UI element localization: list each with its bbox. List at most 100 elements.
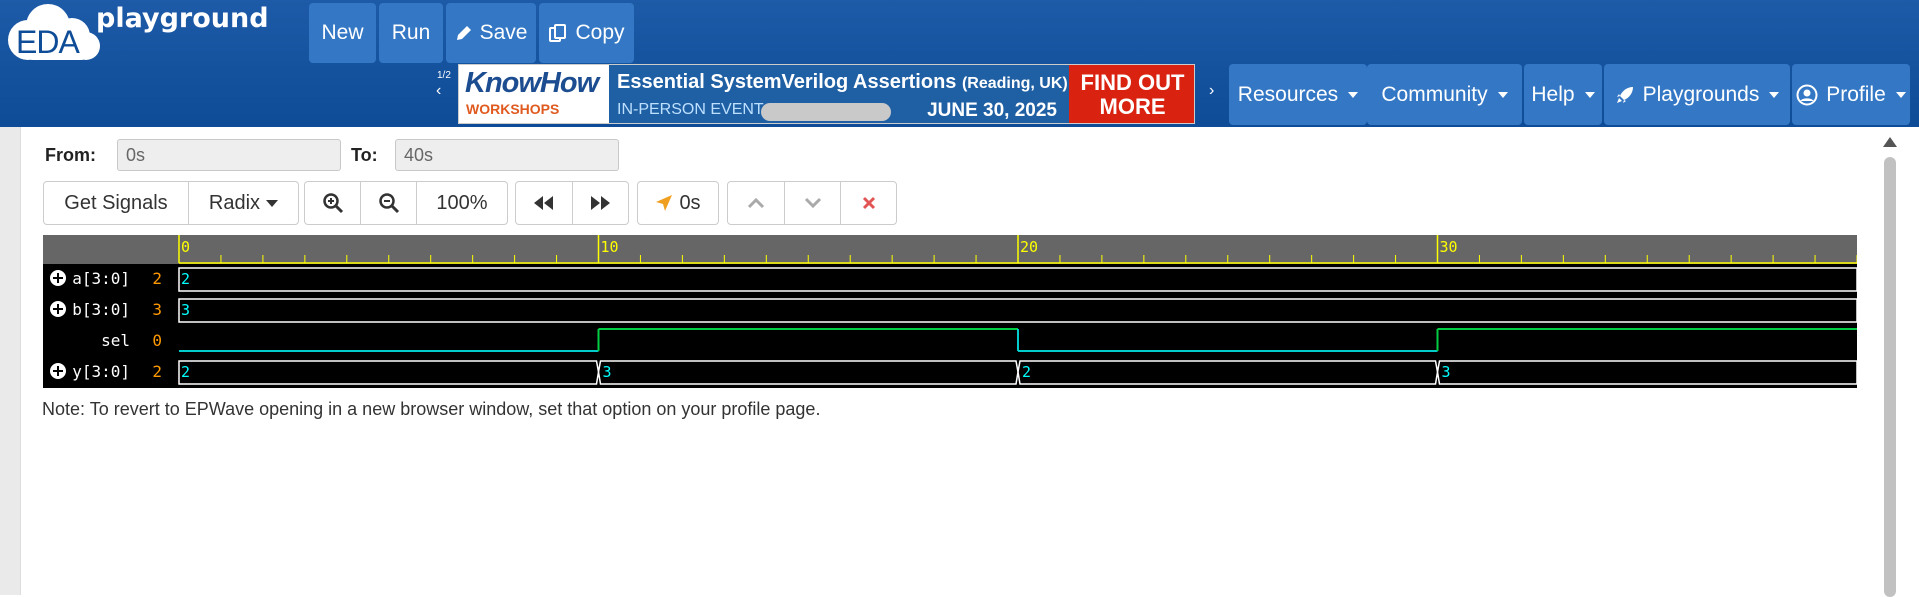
cursor-button-group: 0s	[637, 181, 719, 225]
ruler-tick-label: 10	[601, 238, 619, 256]
ad-next-chevron-right-icon[interactable]: ›	[1209, 82, 1214, 100]
run-button[interactable]: Run	[379, 3, 443, 63]
chevron-up-icon	[747, 197, 765, 209]
signal-name: b[3:0]	[72, 300, 130, 319]
bus-value-label: 3	[181, 301, 190, 319]
radix-label: Radix	[208, 191, 261, 214]
caret-down-icon	[1769, 91, 1780, 98]
menu-profile[interactable]: Profile	[1792, 64, 1910, 125]
radix-dropdown[interactable]: Radix	[189, 182, 298, 224]
caret-down-icon	[1497, 91, 1508, 98]
epwave-panel: From: To: Get Signals Radix	[20, 127, 1910, 595]
zoom-in-button[interactable]	[305, 182, 361, 224]
fast-backward-icon	[533, 196, 553, 210]
move-up-button[interactable]	[728, 182, 785, 224]
zoom-level-value: 100%	[436, 191, 488, 214]
remove-signal-button[interactable]	[841, 182, 896, 224]
caret-down-icon	[1895, 91, 1906, 98]
signal-name: a[3:0]	[72, 269, 130, 288]
signal-button-group: Get Signals Radix	[43, 181, 299, 225]
move-down-button[interactable]	[785, 182, 841, 224]
copy-button-label: Copy	[575, 21, 625, 44]
ad-cta-line2: MORE	[1099, 94, 1166, 119]
scroll-up-arrow-icon[interactable]	[1880, 133, 1900, 151]
ad-date: JUNE 30, 2025	[927, 100, 1057, 121]
waveform-viewer[interactable]: 0 10 20 30 a[3:0] 2 2 b[3:0] 3 3 sel 0 y[3:0] 2 2 3 2 3	[43, 235, 1857, 388]
scrollbar-thumb[interactable]	[1884, 157, 1896, 597]
signal-row: b[3:0] 3 3	[50, 295, 1857, 326]
to-input[interactable]	[395, 139, 619, 171]
copy-icon	[549, 24, 567, 42]
signal-name: y[3:0]	[72, 362, 130, 381]
signal-order-button-group	[727, 181, 897, 225]
menu-help[interactable]: Help	[1524, 64, 1602, 125]
brand-name: playground	[96, 3, 269, 34]
logo[interactable]: EDA playground	[6, 2, 296, 64]
ad-subtitle: IN-PERSON EVENT	[617, 101, 764, 118]
new-button-label: New	[321, 21, 364, 44]
menu-resources-label: Resources	[1237, 82, 1339, 106]
menu-community[interactable]: Community	[1367, 64, 1522, 125]
top-navbar: EDA playground New Run Save Copy ‹ 1/2 K…	[0, 0, 1919, 127]
run-button-label: Run	[391, 21, 431, 44]
new-button[interactable]: New	[309, 3, 376, 63]
ad-banner[interactable]: KnowHow WORKSHOPS Essential SystemVerilo…	[458, 64, 1195, 124]
ad-brand-top: KnowHow	[465, 67, 599, 99]
save-button-label: Save	[479, 21, 528, 44]
time-ruler	[43, 235, 1857, 264]
caret-down-icon	[1584, 91, 1595, 98]
background-page-edge	[0, 127, 20, 595]
signal-cursor-value: 3	[152, 300, 162, 319]
vertical-scrollbar[interactable]	[1880, 133, 1900, 597]
from-input[interactable]	[117, 139, 341, 171]
menu-resources[interactable]: Resources	[1229, 64, 1367, 125]
zoom-out-button[interactable]	[361, 182, 417, 224]
logo-eda-text: EDA	[16, 24, 80, 60]
signal-row: a[3:0] 2 2	[50, 264, 1857, 295]
zoom-level[interactable]: 100%	[417, 182, 507, 224]
bus-value-label: 2	[1022, 363, 1031, 381]
signal-cursor-value: 0	[152, 331, 162, 350]
ruler-tick-label: 0	[181, 238, 190, 256]
copy-button[interactable]: Copy	[539, 3, 634, 63]
rocket-icon	[1616, 86, 1633, 103]
zoom-button-group: 100%	[304, 181, 508, 225]
menu-playgrounds[interactable]: Playgrounds	[1604, 64, 1790, 125]
zoom-in-icon	[322, 193, 343, 214]
ad-title-row: Essential SystemVerilog Assertions (Read…	[617, 71, 1068, 94]
user-circle-icon	[1796, 84, 1818, 105]
epwave-note: Note: To revert to EPWave opening in a n…	[42, 399, 821, 419]
menu-playgrounds-label: Playgrounds	[1642, 82, 1760, 106]
jump-forward-button[interactable]	[573, 182, 629, 224]
ruler-tick-label: 30	[1440, 238, 1458, 256]
ad-body: Essential SystemVerilog Assertions (Read…	[609, 65, 1069, 123]
location-arrow-icon	[656, 195, 673, 211]
bus-value-label: 3	[603, 363, 612, 381]
get-signals-button[interactable]: Get Signals	[44, 182, 189, 224]
caret-down-icon	[1348, 91, 1359, 98]
ad-counter: 1/2	[437, 70, 451, 81]
ad-cta-line1: FIND OUT	[1080, 70, 1185, 95]
ad-title-location: (Reading, UK)	[961, 75, 1068, 92]
ad-brand-bottom: WORKSHOPS	[466, 101, 560, 117]
caret-down-icon	[266, 199, 279, 207]
signal-cursor-value: 2	[152, 362, 162, 381]
zoom-out-icon	[378, 193, 399, 214]
ad-find-out-more[interactable]: FIND OUT MORE	[1069, 65, 1194, 123]
get-signals-label: Get Signals	[64, 191, 168, 214]
cursor-time-button[interactable]: 0s	[638, 182, 718, 224]
ruler-tick-label: 20	[1020, 238, 1038, 256]
from-label: From:	[45, 145, 96, 165]
jump-backward-button[interactable]	[516, 182, 573, 224]
close-icon	[862, 196, 875, 210]
ad-prev-chevron-left-icon[interactable]: ‹	[436, 82, 441, 100]
ad-brand-logo: KnowHow WORKSHOPS	[459, 65, 609, 123]
menu-profile-label: Profile	[1826, 82, 1886, 106]
signal-cursor-value: 2	[152, 269, 162, 288]
ad-title: Essential SystemVerilog Assertions	[617, 71, 957, 93]
to-label: To:	[351, 145, 378, 165]
save-button[interactable]: Save	[446, 3, 536, 63]
navigate-button-group	[515, 181, 629, 225]
cursor-time-value: 0s	[679, 191, 701, 214]
menu-community-label: Community	[1381, 82, 1488, 106]
